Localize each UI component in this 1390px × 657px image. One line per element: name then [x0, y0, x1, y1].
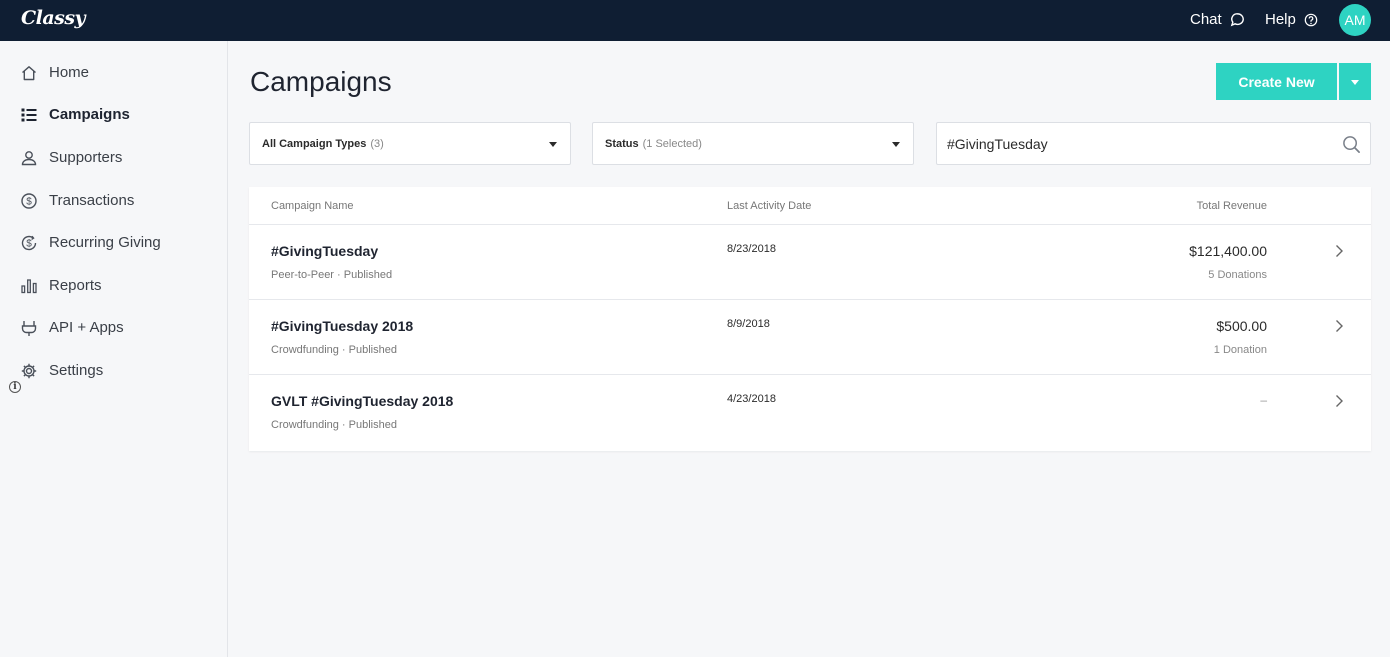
table-header: Campaign Name Last Activity Date Total R…	[249, 187, 1371, 225]
column-header-total-revenue[interactable]: Total Revenue	[1197, 200, 1267, 212]
filter-label: All Campaign Types (3)	[262, 138, 384, 150]
filter-label-text: Status	[605, 138, 639, 150]
last-activity-date: 4/23/2018	[727, 393, 776, 405]
chevron-right-icon[interactable]	[1334, 244, 1344, 258]
campaign-type-status: Peer-to-Peer · Published	[271, 269, 393, 281]
total-revenue: $121,400.00	[1189, 243, 1267, 259]
list-icon	[21, 108, 37, 122]
sidebar-item-label: API + Apps	[49, 319, 124, 336]
bar-chart-icon	[21, 279, 37, 294]
sidebar-item-recurring-giving[interactable]: $ Recurring Giving	[0, 225, 227, 261]
chevron-right-icon[interactable]	[1334, 394, 1344, 408]
filter-count: (3)	[370, 138, 384, 150]
campaigns-table: Campaign Name Last Activity Date Total R…	[249, 187, 1371, 451]
table-row[interactable]: #GivingTuesday 2018 Crowdfunding · Publi…	[249, 300, 1371, 375]
last-activity-date: 8/9/2018	[727, 318, 770, 330]
sidebar-item-campaigns[interactable]: Campaigns	[0, 97, 227, 133]
caret-down-icon	[1351, 80, 1359, 85]
classy-logo[interactable]: Classy	[21, 7, 86, 29]
campaign-name: #GivingTuesday 2018	[271, 318, 414, 334]
campaign-types-filter[interactable]: All Campaign Types (3)	[249, 122, 571, 165]
sidebar-item-label: Settings	[49, 362, 104, 379]
chat-bubble-icon	[1230, 13, 1244, 27]
caret-down-icon	[549, 142, 557, 147]
table-row[interactable]: #GivingTuesday Peer-to-Peer · Published …	[249, 225, 1371, 300]
svg-text:$: $	[26, 197, 32, 208]
chat-label: Chat	[1190, 11, 1222, 28]
search-box	[936, 122, 1371, 165]
sidebar-item-home[interactable]: Home	[0, 55, 227, 91]
campaign-type-status: Crowdfunding · Published	[271, 419, 397, 431]
user-avatar[interactable]: AM	[1339, 4, 1371, 36]
total-revenue: $500.00	[1216, 318, 1267, 334]
home-icon	[22, 66, 36, 81]
sidebar-item-label: Recurring Giving	[49, 234, 161, 251]
total-revenue: –	[1260, 393, 1267, 407]
filter-count: (1 Selected)	[642, 138, 702, 150]
sidebar: Home Campaigns Supporters $ Transactions…	[0, 41, 228, 657]
search-icon[interactable]	[1342, 135, 1361, 154]
chat-link[interactable]: Chat	[1190, 11, 1245, 28]
campaign-name: GVLT #GivingTuesday 2018	[271, 393, 454, 409]
page-title: Campaigns	[250, 66, 392, 97]
chevron-right-icon[interactable]	[1334, 319, 1344, 333]
sidebar-item-label: Transactions	[49, 192, 135, 209]
column-header-last-activity-date[interactable]: Last Activity Date	[727, 200, 811, 212]
top-bar: Classy Chat Help AM	[0, 0, 1390, 41]
recurring-dollar-icon: $	[21, 235, 37, 251]
donation-count: 5 Donations	[1208, 269, 1267, 281]
search-input[interactable]	[947, 133, 1327, 155]
help-circle-icon	[1304, 13, 1318, 26]
status-filter[interactable]: Status (1 Selected)	[592, 122, 914, 165]
create-new-button[interactable]: Create New	[1216, 63, 1337, 100]
sidebar-item-label: Supporters	[49, 149, 123, 166]
donation-count: 1 Donation	[1213, 344, 1267, 356]
help-link[interactable]: Help	[1265, 11, 1318, 28]
gear-icon	[21, 363, 37, 379]
caret-down-icon	[892, 142, 900, 147]
users-icon	[21, 151, 37, 166]
sidebar-item-settings[interactable]: Settings	[0, 353, 227, 389]
sidebar-item-transactions[interactable]: $ Transactions	[0, 183, 227, 219]
info-icon[interactable]: i	[9, 381, 21, 393]
sidebar-item-label: Reports	[49, 277, 102, 294]
filter-label-text: All Campaign Types	[262, 138, 367, 150]
sidebar-item-label: Campaigns	[49, 106, 130, 123]
sidebar-item-supporters[interactable]: Supporters	[0, 140, 227, 176]
last-activity-date: 8/23/2018	[727, 243, 776, 255]
sidebar-item-label: Home	[49, 64, 90, 81]
table-row[interactable]: GVLT #GivingTuesday 2018 Crowdfunding · …	[249, 375, 1371, 450]
column-header-campaign-name[interactable]: Campaign Name	[271, 200, 354, 212]
campaign-type-status: Crowdfunding · Published	[271, 344, 397, 356]
svg-text:$: $	[26, 239, 32, 250]
filter-label: Status (1 Selected)	[605, 138, 702, 150]
sidebar-item-api-apps[interactable]: API + Apps	[0, 310, 227, 346]
plug-icon	[21, 321, 37, 336]
help-label: Help	[1265, 11, 1296, 28]
campaign-name: #GivingTuesday	[271, 243, 379, 259]
dollar-circle-icon: $	[21, 193, 37, 209]
sidebar-item-reports[interactable]: Reports	[0, 268, 227, 304]
create-new-dropdown-button[interactable]	[1339, 63, 1371, 100]
